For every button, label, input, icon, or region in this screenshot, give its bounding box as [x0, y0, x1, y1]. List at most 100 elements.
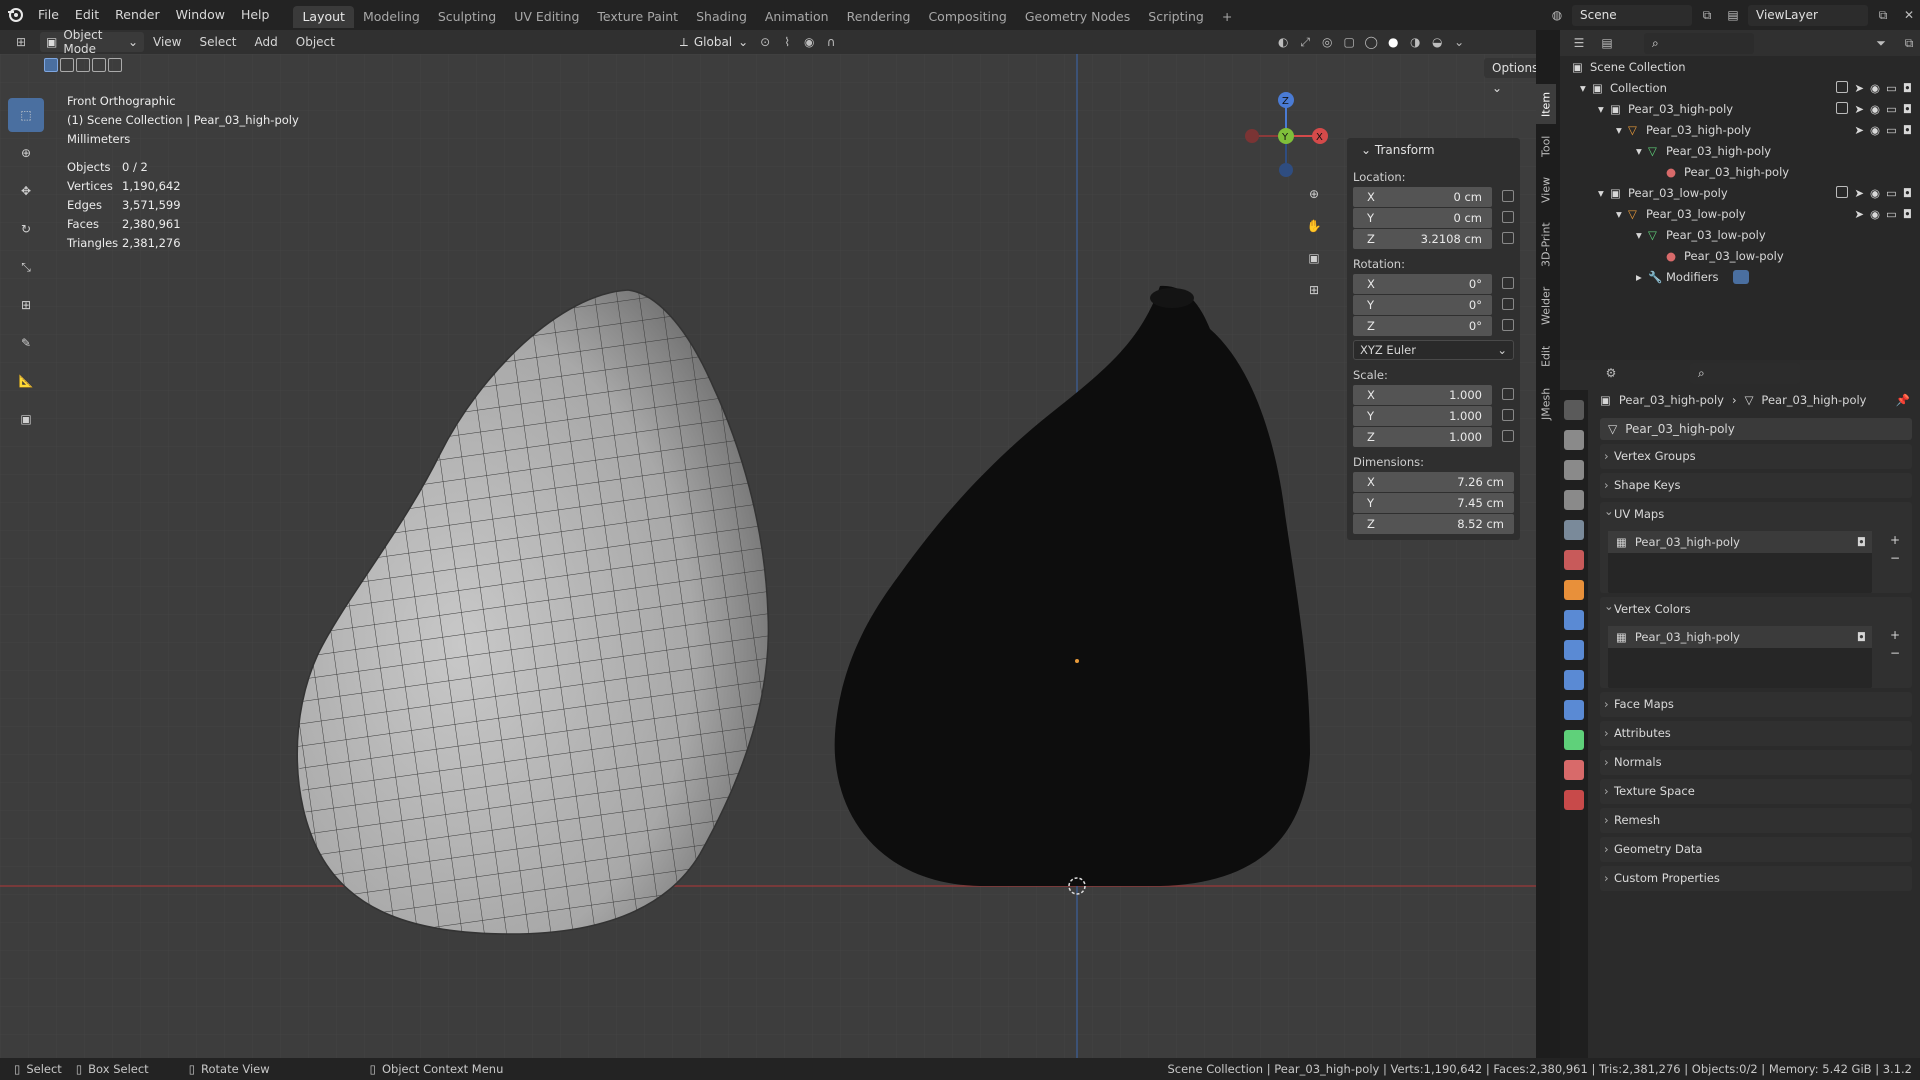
- expand-icon[interactable]: ▸: [1636, 270, 1648, 284]
- monitor-icon[interactable]: ▭: [1886, 102, 1897, 116]
- monitor-icon[interactable]: ▭: [1886, 123, 1897, 137]
- physics-tab-icon[interactable]: [1564, 670, 1584, 690]
- modifier-tab-icon[interactable]: [1564, 610, 1584, 630]
- editor-type-icon[interactable]: ☰: [1568, 33, 1590, 54]
- camera-icon[interactable]: ◘: [1903, 81, 1912, 95]
- tab-texture-paint[interactable]: Texture Paint: [588, 6, 687, 28]
- outliner-row[interactable]: ▣ Scene Collection: [1560, 56, 1920, 77]
- scene-icon[interactable]: ◍: [1546, 5, 1568, 26]
- measure-tool-icon[interactable]: 📐: [8, 364, 44, 398]
- camera-icon[interactable]: ◘: [1903, 102, 1912, 116]
- xray-icon[interactable]: ▢: [1338, 32, 1360, 53]
- pin-icon[interactable]: 📌: [1896, 393, 1910, 407]
- move-tool-icon[interactable]: ✥: [8, 174, 44, 208]
- eye-icon[interactable]: ◉: [1870, 102, 1880, 116]
- particles-tab-icon[interactable]: [1564, 640, 1584, 660]
- menu-window[interactable]: Window: [168, 0, 233, 30]
- options-dropdown[interactable]: Options ⌄: [1484, 58, 1536, 95]
- mode-dropdown[interactable]: ▣ Object Mode ⌄: [40, 28, 144, 56]
- select-intersect-icon[interactable]: [108, 58, 122, 72]
- panel-shape-keys[interactable]: Shape Keys: [1600, 473, 1912, 498]
- 3d-viewport[interactable]: Z X Y ⊕ ✋ ▣ ⊞ Options ⌄ Front Orthograph…: [0, 54, 1536, 1058]
- new-collection-icon[interactable]: ⧉: [1898, 33, 1920, 54]
- outliner-row[interactable]: ▾ ▽ Pear_03_low-poly: [1560, 224, 1920, 245]
- mesh-datablock-field[interactable]: ▽ Pear_03_high-poly: [1600, 418, 1912, 440]
- tab-geometry-nodes[interactable]: Geometry Nodes: [1016, 6, 1139, 28]
- lock-icon[interactable]: [1502, 232, 1514, 244]
- shading-options-icon[interactable]: ⌄: [1448, 32, 1470, 53]
- scene-field[interactable]: Scene: [1572, 4, 1692, 26]
- expand-icon[interactable]: ▾: [1616, 207, 1628, 221]
- wireframe-shading-icon[interactable]: ◯: [1360, 32, 1382, 53]
- rotation-z-field[interactable]: Z 0°: [1353, 316, 1514, 336]
- panel-title[interactable]: Face Maps: [1600, 692, 1912, 717]
- dimension-x-field[interactable]: X 7.26 cm: [1353, 472, 1514, 492]
- select-invert-icon[interactable]: [92, 58, 106, 72]
- select-icon[interactable]: ➤: [1854, 207, 1864, 221]
- select-icon[interactable]: ➤: [1854, 102, 1864, 116]
- cursor-tool-icon[interactable]: ⊕: [8, 136, 44, 170]
- view-layer-icon[interactable]: ▤: [1722, 5, 1744, 26]
- tool-tab-icon[interactable]: [1564, 400, 1584, 420]
- panel-custom-properties[interactable]: Custom Properties: [1600, 866, 1912, 891]
- lock-icon[interactable]: [1502, 409, 1514, 421]
- remove-icon[interactable]: −: [1890, 646, 1900, 660]
- tab-sculpting[interactable]: Sculpting: [429, 6, 505, 28]
- panel-title[interactable]: Vertex Colors: [1600, 594, 1912, 622]
- tab-shading[interactable]: Shading: [687, 6, 756, 28]
- scale-tool-icon[interactable]: ⤡: [8, 250, 44, 284]
- tab-item[interactable]: Item: [1536, 84, 1556, 124]
- panel-title[interactable]: UV Maps: [1600, 499, 1912, 527]
- eye-icon[interactable]: ◉: [1870, 81, 1880, 95]
- scale-x-field[interactable]: X 1.000: [1353, 385, 1514, 405]
- tab-3d-print[interactable]: 3D-Print: [1536, 214, 1556, 276]
- camera-view-icon[interactable]: ▣: [1302, 246, 1326, 270]
- lock-icon[interactable]: [1502, 277, 1514, 289]
- eye-icon[interactable]: ◉: [1870, 186, 1880, 200]
- tab-scripting[interactable]: Scripting: [1139, 6, 1213, 28]
- proportional-edit-icon[interactable]: ◉: [798, 32, 820, 53]
- checkbox-icon[interactable]: [1836, 80, 1849, 93]
- add-cube-tool-icon[interactable]: ▣: [8, 402, 44, 436]
- select-icon[interactable]: ➤: [1854, 123, 1864, 137]
- lock-icon[interactable]: [1502, 190, 1514, 202]
- tab-uv-editing[interactable]: UV Editing: [505, 6, 588, 28]
- select-subtract-icon[interactable]: [76, 58, 90, 72]
- panel-face-maps[interactable]: Face Maps: [1600, 692, 1912, 717]
- dimension-z-field[interactable]: Z 8.52 cm: [1353, 514, 1514, 534]
- panel-title[interactable]: Attributes: [1600, 721, 1912, 746]
- menu-object[interactable]: Object: [287, 30, 344, 54]
- tab-layout[interactable]: Layout: [293, 6, 354, 28]
- editor-type-icon[interactable]: ⊞: [10, 32, 32, 53]
- rotation-y-field[interactable]: Y 0°: [1353, 295, 1514, 315]
- view-layer-tab-icon[interactable]: [1564, 490, 1584, 510]
- select-icon[interactable]: ➤: [1854, 186, 1864, 200]
- render-tab-icon[interactable]: [1564, 430, 1584, 450]
- view-layer-field[interactable]: ViewLayer: [1748, 4, 1868, 26]
- constraints-tab-icon[interactable]: [1564, 700, 1584, 720]
- scale-y-field[interactable]: Y 1.000: [1353, 406, 1514, 426]
- tab-rendering[interactable]: Rendering: [838, 6, 920, 28]
- menu-file[interactable]: File: [30, 0, 67, 30]
- panel-title[interactable]: Geometry Data: [1600, 837, 1912, 862]
- tab-view[interactable]: View: [1536, 168, 1556, 212]
- lock-icon[interactable]: [1502, 388, 1514, 400]
- camera-icon[interactable]: ◘: [1857, 630, 1866, 644]
- add-icon[interactable]: +: [1890, 628, 1900, 642]
- eye-icon[interactable]: ◉: [1870, 207, 1880, 221]
- transform-panel-header[interactable]: ⌄ Transform: [1347, 138, 1520, 162]
- gizmo-toggle-icon[interactable]: ⤢: [1294, 32, 1316, 53]
- mesh-data-tab-icon[interactable]: [1564, 730, 1584, 750]
- camera-icon[interactable]: ◘: [1903, 186, 1912, 200]
- select-extend-icon[interactable]: [60, 58, 74, 72]
- pivot-icon[interactable]: ⊙: [754, 32, 776, 53]
- remove-view-layer-icon[interactable]: ✕: [1898, 5, 1920, 26]
- location-y-field[interactable]: Y 0 cm: [1353, 208, 1514, 228]
- add-workspace-icon[interactable]: +: [1213, 6, 1241, 28]
- outliner-search-input[interactable]: ⌕: [1644, 32, 1754, 54]
- scene-tab-icon[interactable]: [1564, 520, 1584, 540]
- transform-tool-icon[interactable]: ⊞: [8, 288, 44, 322]
- tab-edit[interactable]: Edit: [1536, 336, 1556, 376]
- filter-icon[interactable]: ⏷: [1870, 33, 1892, 54]
- output-tab-icon[interactable]: [1564, 460, 1584, 480]
